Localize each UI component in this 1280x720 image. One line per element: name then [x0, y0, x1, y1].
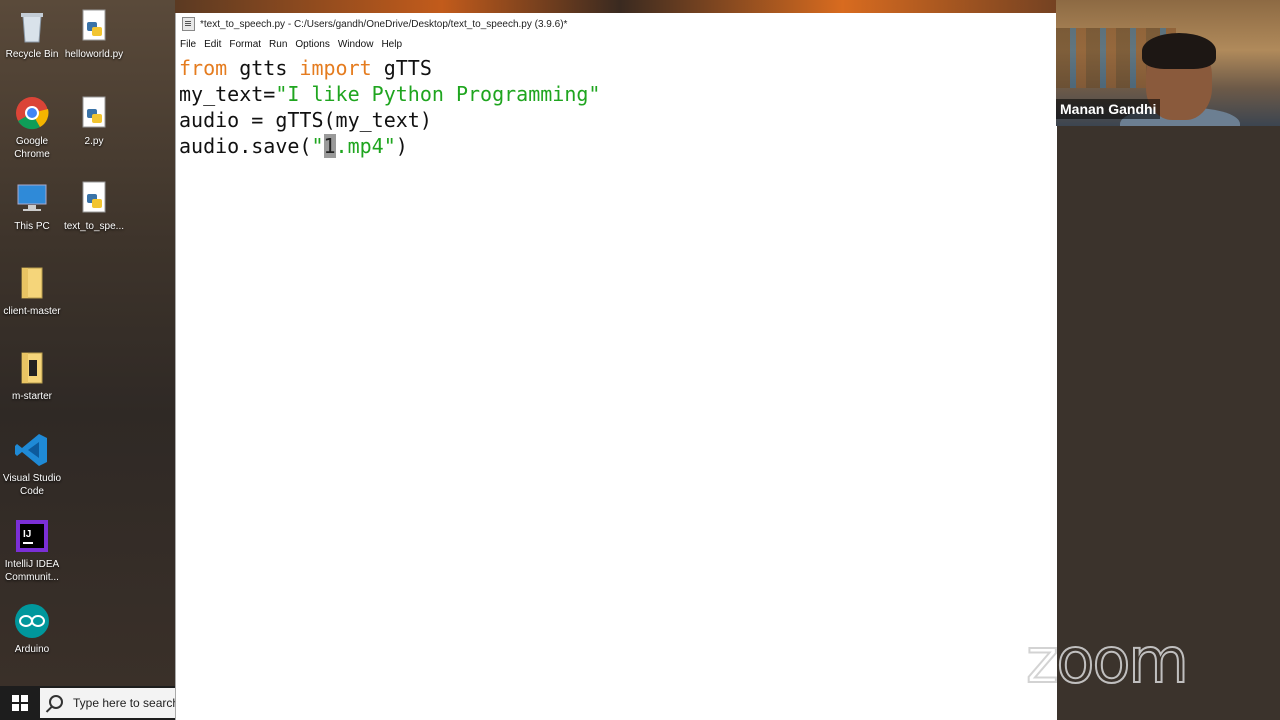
python-file-icon: [76, 8, 112, 44]
code-line-4: audio.save("1.mp4"): [179, 133, 1057, 159]
desktop-icon-helloworld[interactable]: helloworld.py: [62, 8, 126, 61]
text-selection: 1: [323, 134, 336, 158]
desktop-icon-label: m-starter: [12, 391, 52, 402]
desktop-icon-label: Visual Studio Code: [2, 473, 62, 497]
desktop-icon-label: Arduino: [14, 644, 50, 655]
code-line-1: from gtts import gTTS: [179, 55, 1057, 81]
desktop-icon-arduino[interactable]: Arduino: [0, 603, 64, 656]
string-literal: "I like Python Programming": [275, 82, 601, 106]
desktop-icon-2py[interactable]: 2.py: [62, 95, 126, 148]
background-photo-strip: [175, 0, 1065, 14]
menu-help[interactable]: Help: [381, 39, 408, 50]
desktop-icon-label: This PC: [14, 221, 50, 232]
code-text: audio = gTTS(my_text): [179, 108, 432, 132]
menu-file[interactable]: File: [180, 39, 202, 50]
code-line-3: audio = gTTS(my_text): [179, 107, 1057, 133]
string-literal: .mp4": [335, 134, 396, 158]
desktop-icon-label: 2.py: [84, 136, 104, 147]
chrome-icon: [14, 95, 50, 131]
folder-icon: [14, 265, 50, 301]
webcam-video-tile[interactable]: Manan Gandhi: [1056, 0, 1280, 126]
desktop-icon-label: Recycle Bin: [5, 49, 59, 60]
keyword-from: from: [179, 56, 228, 80]
desktop-icon-label: Google Chrome: [14, 136, 50, 160]
desktop-icon-label: text_to_spe...: [63, 221, 125, 232]
menu-window[interactable]: Window: [338, 39, 380, 50]
desktop-area: Recycle Bin helloworld.py Google Chrome …: [0, 0, 175, 690]
windows-start-icon[interactable]: [12, 695, 28, 711]
taskbar-search-box[interactable]: Type here to search: [40, 688, 175, 718]
menu-options[interactable]: Options: [295, 39, 335, 50]
string-quote: ": [311, 134, 324, 158]
desktop-icon-text-to-speech[interactable]: text_to_spe...: [62, 180, 126, 233]
python-file-icon: [76, 180, 112, 216]
svg-text:IJ: IJ: [23, 529, 31, 540]
code-editor[interactable]: from gtts import gTTS my_text="I like Py…: [176, 55, 1057, 720]
intellij-icon: IJ: [14, 518, 50, 554]
python-file-icon: [182, 17, 195, 31]
desktop-icon-chrome[interactable]: Google Chrome: [0, 95, 64, 161]
desktop-icon-this-pc[interactable]: This PC: [0, 180, 64, 233]
code-line-2: my_text="I like Python Programming": [179, 81, 1057, 107]
assignment-lhs: my_text=: [179, 82, 276, 106]
zoom-watermark-logo: zoom: [1025, 623, 1190, 698]
call-prefix: audio.save(: [179, 134, 312, 158]
computer-icon: [14, 180, 50, 216]
menu-bar: File Edit Format Run Options Window Help: [176, 35, 1057, 53]
call-suffix: ): [395, 134, 408, 158]
desktop-icon-label: IntelliJ IDEA Communit...: [4, 559, 60, 583]
keyword-import: import: [299, 56, 372, 80]
desktop-icon-intellij[interactable]: IJ IntelliJ IDEA Communit...: [0, 518, 64, 584]
participant-name-label: Manan Gandhi: [1056, 99, 1161, 119]
module-name: gtts: [227, 56, 300, 80]
window-titlebar[interactable]: *text_to_speech.py - C:/Users/gandh/OneD…: [176, 13, 1057, 35]
search-placeholder: Type here to search: [73, 696, 175, 710]
idle-editor-window: *text_to_speech.py - C:/Users/gandh/OneD…: [175, 13, 1057, 720]
desktop-icon-recycle-bin[interactable]: Recycle Bin: [0, 8, 64, 61]
desktop-icon-label: helloworld.py: [64, 49, 124, 60]
recycle-bin-icon: [14, 8, 50, 44]
participant-hair: [1142, 33, 1216, 69]
menu-edit[interactable]: Edit: [204, 39, 227, 50]
desktop-icon-m-starter[interactable]: m-starter: [0, 350, 64, 403]
folder-icon: [14, 350, 50, 386]
python-file-icon: [76, 95, 112, 131]
desktop-icon-vscode[interactable]: Visual Studio Code: [0, 432, 64, 498]
vscode-icon: [14, 432, 50, 468]
desktop-icon-client-master[interactable]: client-master: [0, 265, 64, 318]
window-title: *text_to_speech.py - C:/Users/gandh/OneD…: [200, 18, 568, 30]
arduino-icon: [14, 603, 50, 639]
search-icon: [49, 695, 63, 709]
taskbar: Type here to search: [0, 686, 175, 720]
desktop-icon-label: client-master: [3, 306, 61, 317]
imported-name: gTTS: [371, 56, 432, 80]
menu-run[interactable]: Run: [269, 39, 293, 50]
menu-format[interactable]: Format: [229, 39, 267, 50]
